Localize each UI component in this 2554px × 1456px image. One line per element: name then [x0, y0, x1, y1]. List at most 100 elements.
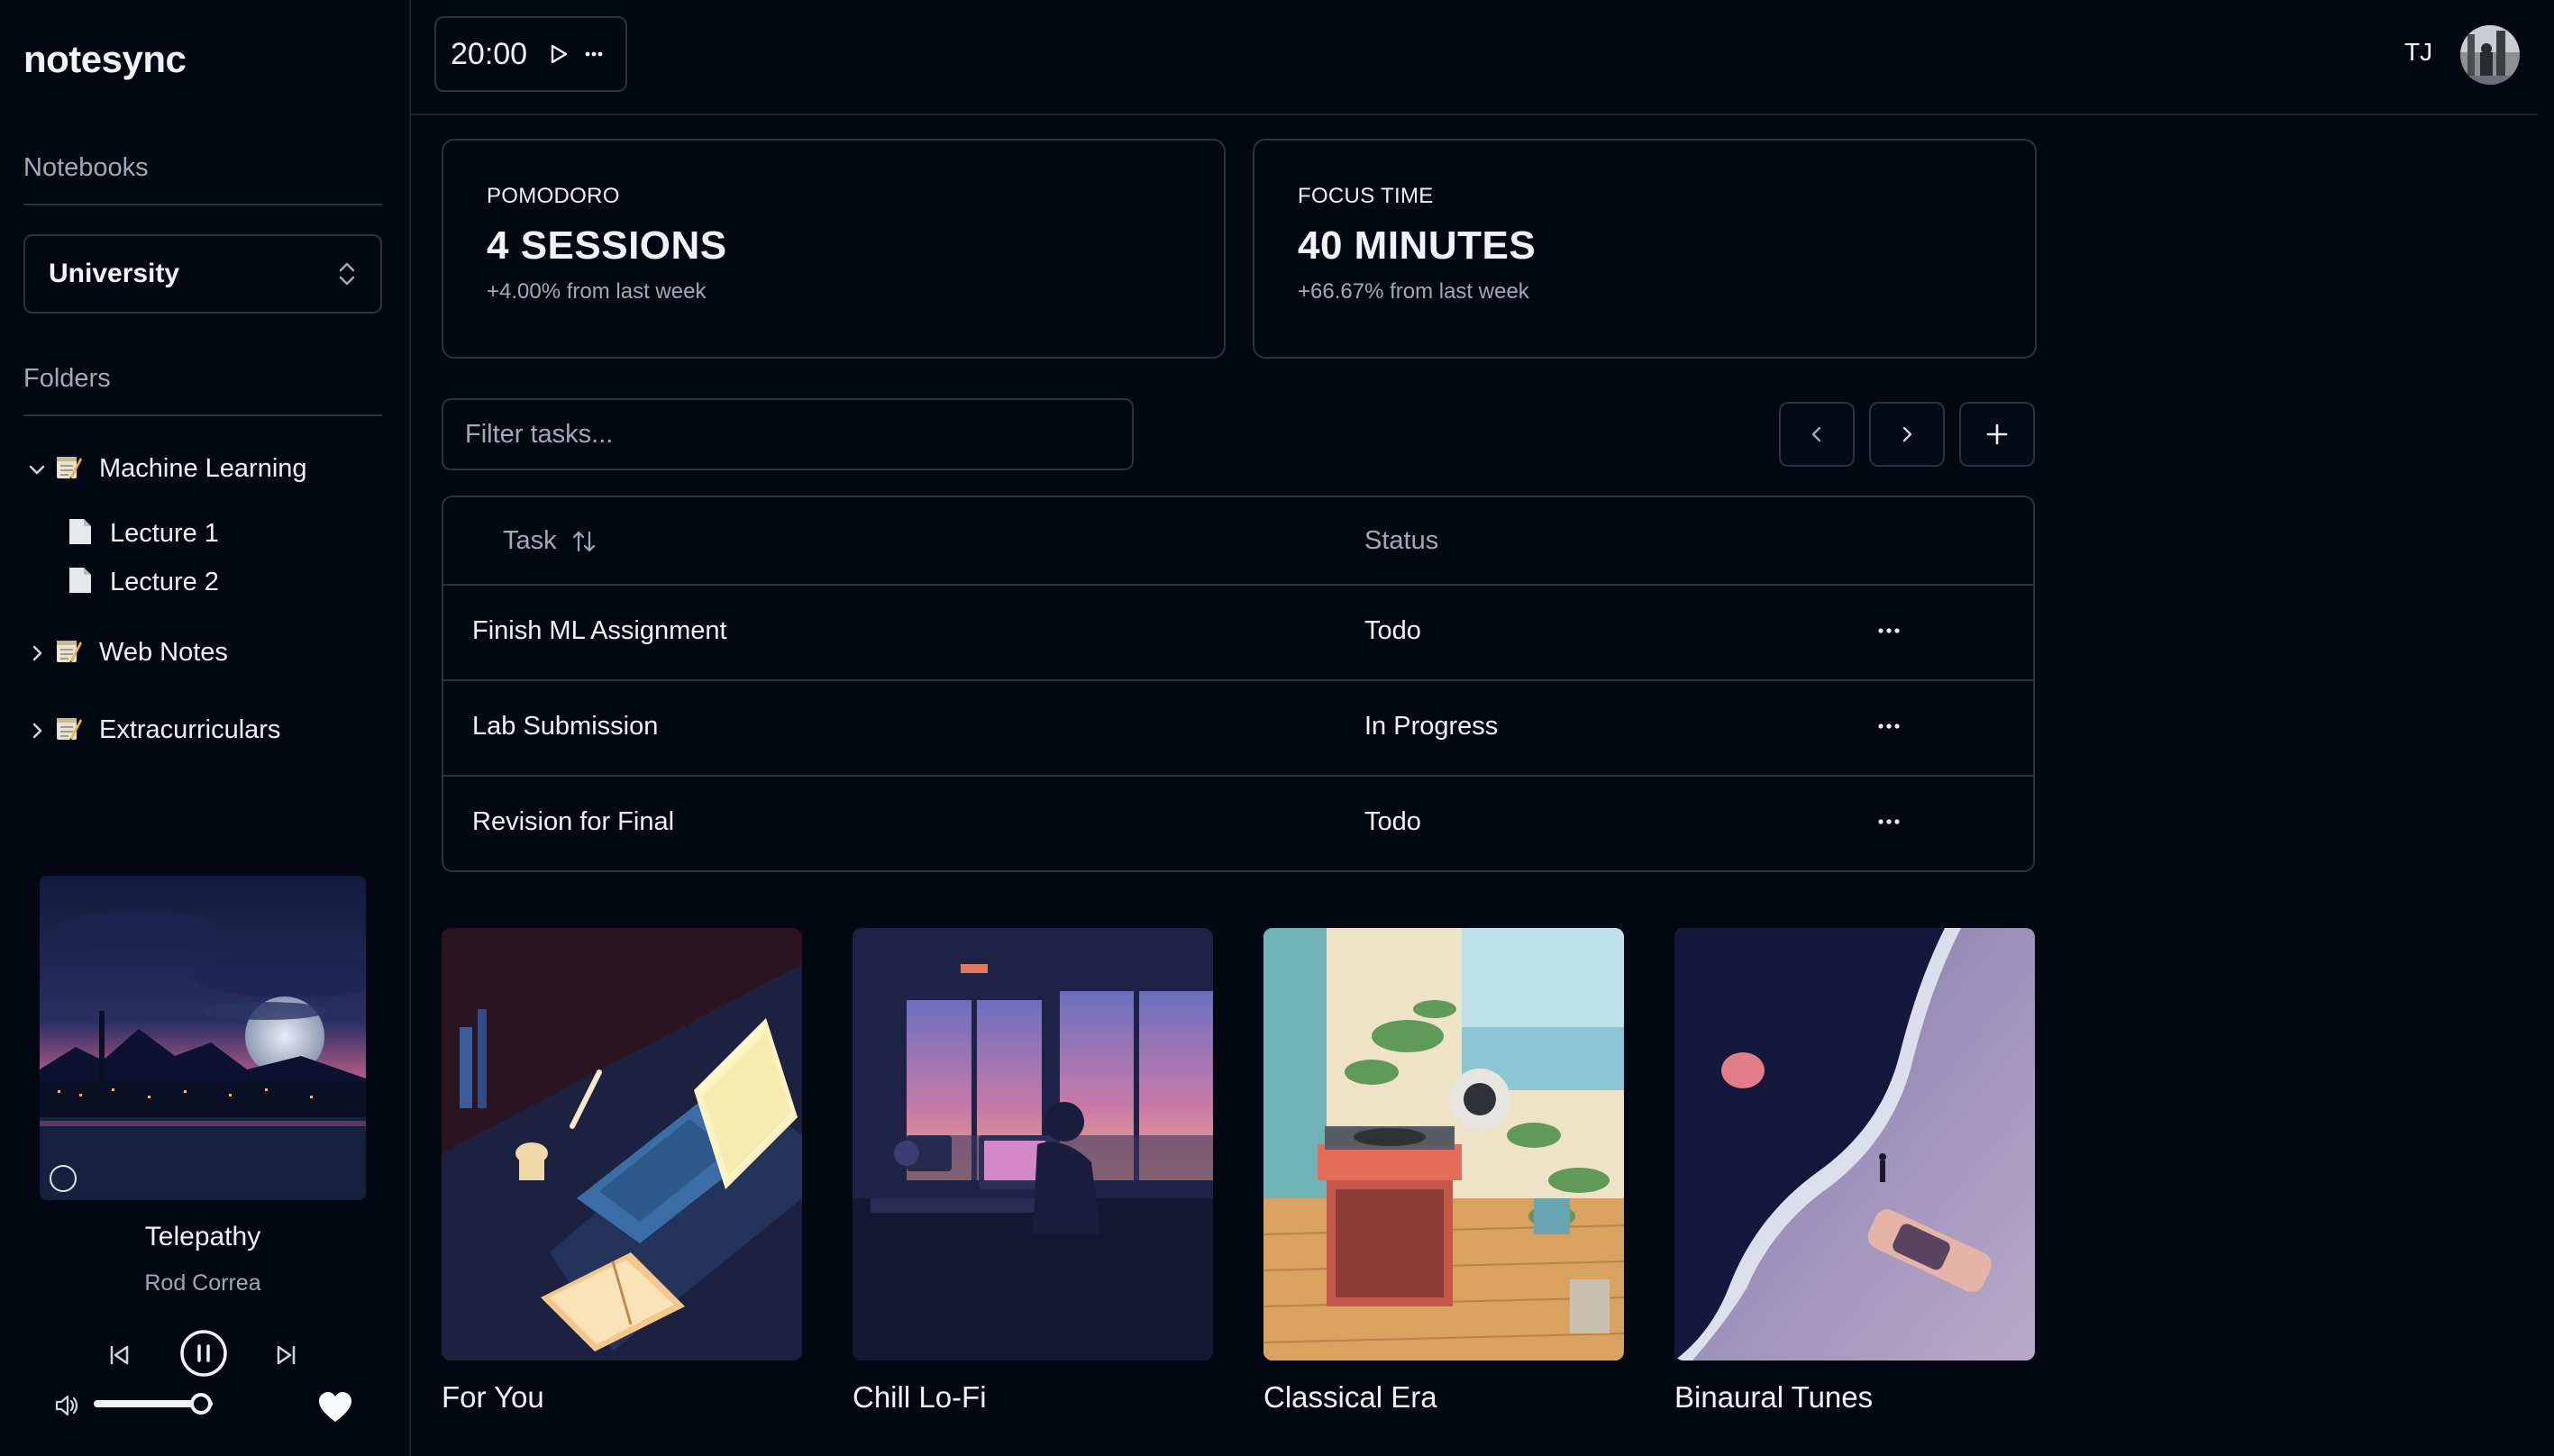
task-column-header[interactable]: Task [503, 526, 598, 556]
skip-back-icon [110, 1345, 129, 1365]
chevron-up-down-icon [339, 262, 355, 286]
row-actions-button[interactable] [1871, 804, 1907, 840]
more-horizontal-icon [585, 51, 603, 57]
folder-machine-learning[interactable]: Machine Learning [25, 452, 307, 486]
file-label: Lecture 2 [110, 568, 219, 596]
timer-start-button[interactable] [545, 41, 572, 68]
table-row[interactable]: Lab Submission In Progress [443, 681, 2033, 777]
chevron-down-icon[interactable] [25, 458, 49, 481]
playlist-label: Binaural Tunes [1674, 1380, 1874, 1414]
volume-button[interactable] [49, 1388, 85, 1424]
previous-page-button[interactable] [1779, 402, 1855, 467]
stat-card-pomodoro: POMODORO 4 SESSIONS +4.00% from last wee… [442, 139, 1226, 359]
document-icon [67, 517, 94, 551]
app-root: notesync Notebooks University Folders Ma… [0, 0, 2554, 1456]
music-player: Telepathy Rod Correa [0, 874, 409, 1456]
plus-icon [1986, 423, 2008, 445]
brand-logo[interactable]: notesync [23, 38, 187, 81]
track-artist[interactable]: Rod Correa [0, 1270, 406, 1297]
row-actions-button[interactable] [1871, 613, 1907, 649]
filter-tasks-input[interactable] [442, 398, 1134, 470]
timer-display: 20:00 [451, 36, 528, 71]
task-cell: Revision for Final [472, 807, 675, 836]
notebooks-label: Notebooks [23, 153, 149, 182]
folder-label: Extracurriculars [99, 715, 281, 744]
more-horizontal-icon [1878, 723, 1900, 729]
stat-value: 4 SESSIONS [487, 223, 727, 268]
playlist-label: Chill Lo-Fi [853, 1380, 987, 1414]
table-row[interactable]: Finish ML Assignment Todo [443, 586, 2033, 681]
track-title: Telepathy [144, 1222, 261, 1251]
playlist-card-binaural-tunes[interactable]: Binaural Tunes [1674, 928, 2035, 1415]
stat-card-focus-time: FOCUS TIME 40 MINUTES +66.67% from last … [1253, 139, 2037, 359]
folder-extracurriculars[interactable]: Extracurriculars [25, 714, 280, 747]
playlist-card-chill-lo-fi[interactable]: Chill Lo-Fi [853, 928, 1213, 1415]
file-lecture-2[interactable]: Lecture 2 [67, 566, 219, 599]
volume-slider-thumb[interactable] [189, 1393, 212, 1415]
document-icon [67, 566, 94, 599]
more-horizontal-icon [1878, 819, 1900, 824]
like-button[interactable] [315, 1388, 355, 1427]
stat-delta: +4.00% from last week [487, 279, 707, 304]
status-cell: Todo [1364, 616, 1421, 645]
heart-icon [319, 1392, 351, 1422]
memo-icon [54, 452, 83, 486]
task-cell: Finish ML Assignment [472, 616, 727, 645]
folders-label: Folders [23, 364, 111, 393]
topbar: 20:00 TJ [411, 0, 2538, 115]
more-horizontal-icon [1878, 628, 1900, 633]
next-track-button[interactable] [269, 1337, 305, 1373]
column-label: Task [503, 526, 557, 555]
next-page-button[interactable] [1869, 402, 1945, 467]
previous-track-button[interactable] [101, 1337, 137, 1373]
play-pause-button[interactable] [178, 1328, 229, 1379]
folder-label: Machine Learning [99, 454, 307, 483]
stat-eyebrow: POMODORO [487, 184, 620, 208]
file-label: Lecture 1 [110, 519, 219, 548]
pause-icon [180, 1330, 227, 1377]
memo-icon [54, 714, 83, 747]
chevron-left-icon [1811, 426, 1821, 442]
playlist-label: Classical Era [1263, 1380, 1437, 1414]
status-column-header: Status [1364, 526, 1439, 555]
table-header: Task Status [443, 497, 2033, 586]
playlist-cover [853, 928, 1213, 1360]
speaker-icon [55, 1395, 78, 1416]
playlist-card-for-you[interactable]: For You [442, 928, 802, 1415]
chevron-right-icon [1902, 426, 1912, 442]
task-cell: Lab Submission [472, 712, 659, 741]
divider [23, 204, 382, 205]
table-row[interactable]: Revision for Final Todo [443, 777, 2033, 870]
row-actions-button[interactable] [1871, 708, 1907, 744]
avatar[interactable] [2460, 25, 2520, 85]
notebook-select-value: University [49, 259, 180, 288]
playlist-card-classical-era[interactable]: Classical Era [1263, 928, 1624, 1415]
play-icon [551, 44, 568, 64]
stat-delta: +66.67% from last week [1298, 279, 1529, 304]
folder-label: Web Notes [99, 638, 228, 667]
playlist-cover [1263, 928, 1624, 1360]
user-initials: TJ [2404, 38, 2433, 66]
chevron-right-icon[interactable] [25, 642, 49, 665]
chevron-right-icon[interactable] [25, 719, 49, 742]
stat-eyebrow: FOCUS TIME [1298, 184, 1434, 208]
folder-web-notes[interactable]: Web Notes [25, 636, 228, 669]
playlist-label: For You [442, 1380, 544, 1414]
status-cell: Todo [1364, 807, 1421, 836]
skip-forward-icon [277, 1345, 296, 1365]
playlist-cover [442, 928, 802, 1360]
divider [23, 414, 382, 416]
playlist-cover [1674, 928, 2035, 1360]
notebook-select[interactable]: University [23, 234, 382, 314]
album-art [40, 876, 366, 1200]
sort-icon [572, 531, 595, 551]
file-lecture-1[interactable]: Lecture 1 [67, 517, 219, 551]
timer-options-button[interactable] [581, 41, 607, 68]
status-cell: In Progress [1364, 712, 1499, 741]
memo-icon [54, 636, 83, 669]
add-task-button[interactable] [1959, 402, 2035, 467]
stat-value: 40 MINUTES [1298, 223, 1537, 268]
pomodoro-timer: 20:00 [434, 16, 627, 92]
tasks-table: Task Status Finish ML Assignment Todo La… [442, 496, 2035, 872]
sidebar: notesync Notebooks University Folders Ma… [0, 0, 411, 1456]
